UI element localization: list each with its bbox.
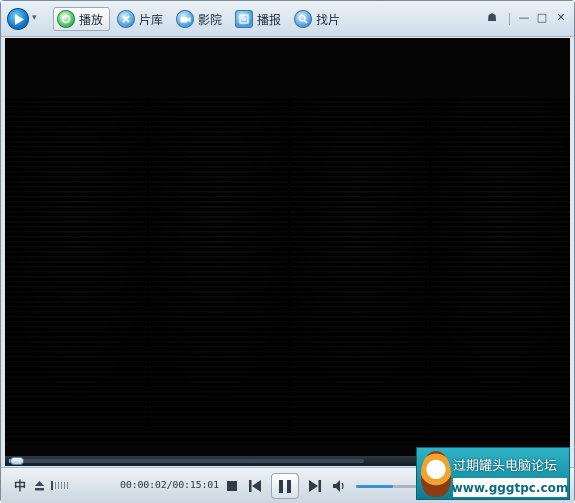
volume-level (356, 485, 394, 488)
watermark-logo-icon (421, 451, 451, 497)
video-display[interactable] (5, 38, 570, 456)
tab-cinema[interactable]: 影院 (173, 7, 228, 31)
menu-arrow-icon[interactable]: ▾ (32, 13, 42, 23)
tab-library-label: 片库 (139, 12, 164, 27)
seek-track[interactable] (9, 457, 364, 465)
video-column-divider (288, 96, 290, 441)
pause-button[interactable] (271, 473, 299, 499)
time-display: 00:00:02/00:15:01 (120, 480, 219, 491)
minimize-button[interactable]: — (517, 11, 531, 25)
download-icon[interactable] (32, 478, 46, 494)
title-divider (509, 13, 510, 25)
play-logo-icon[interactable] (7, 8, 29, 30)
tab-find[interactable]: 找片 (291, 7, 346, 31)
language-button[interactable]: 中 (13, 477, 27, 493)
equalizer-icon[interactable] (50, 480, 72, 490)
close-button[interactable]: ✕ (554, 11, 568, 25)
video-column-divider (147, 96, 149, 441)
previous-icon[interactable] (247, 478, 263, 494)
watermark-text: 过期罐头电脑论坛 (453, 459, 558, 474)
maximize-button[interactable]: □ (535, 11, 549, 25)
seek-handle[interactable] (10, 457, 25, 465)
player-window: ▾ 播放 片库 影院 播报 找片 ☗ — □ ✕ 中 00:00:02/00:1… (0, 0, 575, 503)
tab-play[interactable]: 播放 (53, 7, 111, 31)
watermark-url: www.gggtpc.com (452, 478, 568, 497)
news-nav-icon (235, 10, 253, 28)
next-icon[interactable] (307, 478, 323, 494)
title-bar: ▾ 播放 片库 影院 播报 找片 ☗ — □ ✕ (1, 1, 574, 37)
tab-library[interactable]: 片库 (114, 7, 169, 31)
search-nav-icon (294, 10, 312, 28)
tab-play-label: 播放 (79, 12, 104, 27)
pause-bar-icon (279, 479, 283, 493)
tab-cinema-label: 影院 (198, 12, 223, 27)
pause-bar-icon (287, 479, 291, 493)
tab-news[interactable]: 播报 (232, 7, 287, 31)
camera-nav-icon (176, 10, 194, 28)
tab-find-label: 找片 (316, 12, 341, 27)
stop-icon[interactable] (225, 479, 239, 493)
video-column-divider (429, 96, 431, 441)
volume-icon[interactable] (331, 478, 347, 494)
library-nav-icon (117, 10, 135, 28)
tab-news-label: 播报 (257, 12, 282, 27)
volume-slider[interactable] (356, 485, 418, 488)
skin-icon[interactable]: ☗ (485, 11, 499, 25)
play-nav-icon (57, 10, 75, 28)
watermark-badge: 过期罐头电脑论坛 www.gggtpc.com (416, 447, 570, 500)
